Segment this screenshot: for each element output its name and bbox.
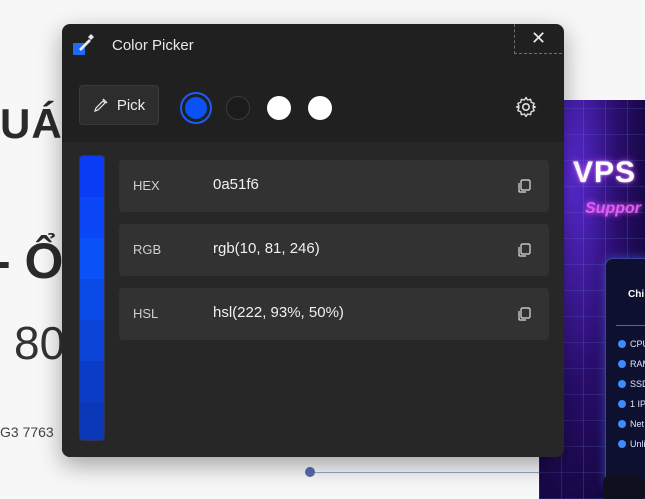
- color-details-panel: HEX 0a51f6 RGB rgb(10, 81, 246) HSL hsl(…: [62, 142, 564, 457]
- pick-label: Pick: [116, 96, 146, 114]
- banner-feature: 1 IP: [618, 399, 645, 409]
- check-icon: [618, 440, 626, 448]
- title-bar[interactable]: Color Picker ✕: [62, 24, 564, 68]
- close-icon: ✕: [530, 28, 547, 48]
- banner-feature: RAM: [618, 359, 645, 369]
- shade-swatch[interactable]: [80, 238, 104, 279]
- shade-swatch[interactable]: [80, 279, 104, 320]
- background-heading: UÁ: [0, 100, 63, 147]
- eyedropper-icon: [93, 98, 108, 112]
- banner-feature: SSD: [618, 379, 645, 389]
- shade-swatch[interactable]: [80, 156, 104, 197]
- format-label: RGB: [133, 242, 162, 257]
- shade-swatch[interactable]: [80, 320, 104, 361]
- banner-card-head: Chi: [628, 289, 645, 300]
- pick-button[interactable]: Pick: [79, 85, 159, 125]
- copy-icon[interactable]: [516, 242, 532, 258]
- banner-feature: Net: [618, 419, 644, 429]
- background-number: 80: [14, 317, 66, 369]
- shade-palette: [79, 155, 105, 441]
- color-picker-window: Color Picker ✕ Pick HEX 0a51f6 RGB rgb(1…: [62, 24, 564, 457]
- background-small-text: G3 7763: [0, 424, 54, 440]
- close-button[interactable]: ✕: [514, 24, 562, 54]
- format-label: HEX: [133, 178, 160, 193]
- format-label: HSL: [133, 306, 159, 321]
- color-swatch[interactable]: [308, 96, 332, 120]
- banner-bottom-block: [603, 476, 645, 499]
- color-picker-app-icon: [73, 34, 94, 55]
- banner-title: VPS: [573, 156, 637, 189]
- color-swatch[interactable]: [226, 96, 250, 120]
- background-title: - Ổ: [0, 233, 64, 289]
- hex-row: HEX 0a51f6: [119, 160, 549, 212]
- copy-icon[interactable]: [516, 306, 532, 322]
- swatch-fill: [185, 97, 207, 119]
- format-value: rgb(10, 81, 246): [213, 240, 320, 257]
- format-value: hsl(222, 93%, 50%): [213, 304, 344, 321]
- check-icon: [618, 340, 626, 348]
- background-dot: [305, 467, 315, 477]
- banner-card-rule: [616, 325, 645, 326]
- hsl-row: HSL hsl(222, 93%, 50%): [119, 288, 549, 340]
- check-icon: [618, 400, 626, 408]
- shade-swatch[interactable]: [80, 402, 104, 440]
- check-icon: [618, 380, 626, 388]
- shade-swatch[interactable]: [80, 361, 104, 402]
- banner-feature: Unli: [618, 439, 645, 449]
- check-icon: [618, 360, 626, 368]
- background-line: [310, 472, 540, 473]
- format-value: 0a51f6: [213, 176, 259, 193]
- shade-swatch[interactable]: [80, 197, 104, 238]
- banner-card: Chi CPU RAM SSD 1 IP Net Unli: [605, 258, 645, 490]
- window-title: Color Picker: [112, 37, 194, 54]
- color-swatch-selected[interactable]: [180, 92, 212, 124]
- banner-subtitle: Suppor: [585, 200, 641, 217]
- settings-gear-icon[interactable]: [514, 95, 538, 119]
- rgb-row: RGB rgb(10, 81, 246): [119, 224, 549, 276]
- banner-feature: CPU: [618, 339, 645, 349]
- check-icon: [618, 420, 626, 428]
- color-swatch[interactable]: [267, 96, 291, 120]
- copy-icon[interactable]: [516, 178, 532, 194]
